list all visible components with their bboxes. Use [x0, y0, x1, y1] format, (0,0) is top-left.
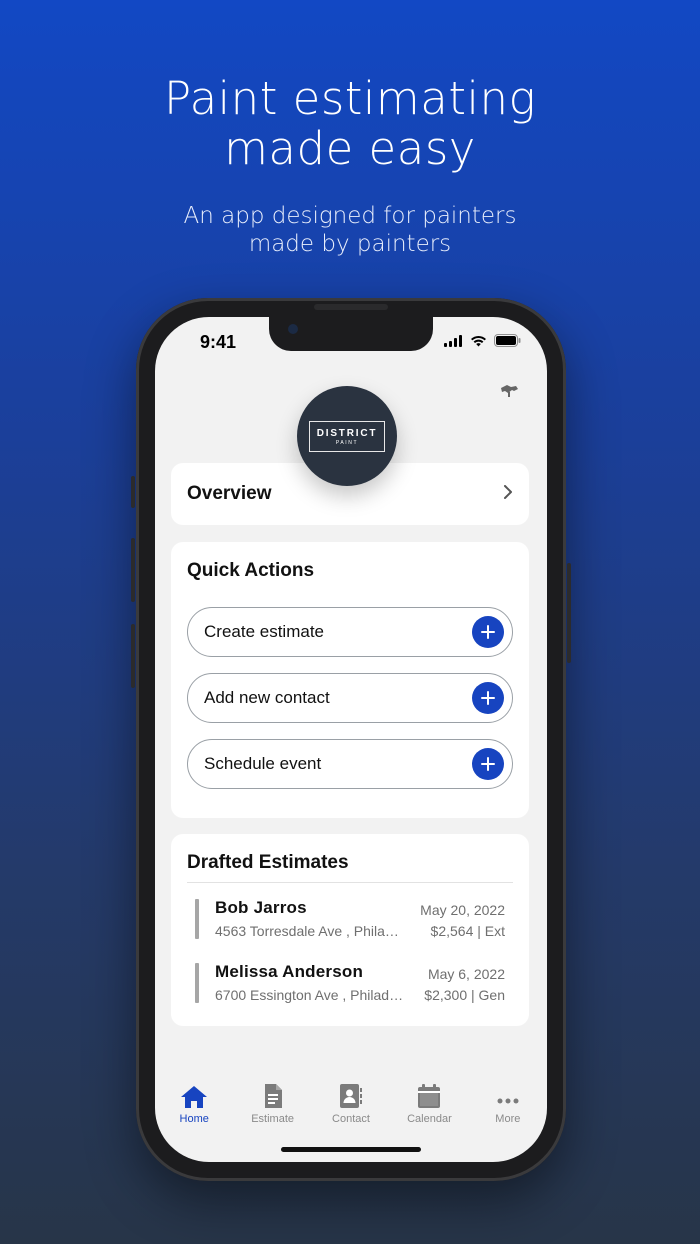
tab-home[interactable]: Home: [155, 1079, 233, 1135]
plus-icon[interactable]: [472, 616, 504, 648]
estimate-client-name: Melissa Anderson: [215, 962, 364, 981]
quick-actions-title: Quick Actions: [187, 560, 315, 581]
estimate-date: May 20, 2022: [420, 902, 505, 918]
earpiece-speaker: [314, 304, 388, 310]
paint-roller-icon[interactable]: [499, 382, 519, 403]
estimate-address: 4563 Torresdale Ave , Phila…: [215, 923, 399, 939]
create-estimate-label: Create estimate: [204, 622, 324, 641]
tab-calendar-label: Calendar: [407, 1113, 452, 1125]
phone-power-button: [567, 563, 571, 663]
estimate-address: 6700 Essington Ave , Philad…: [215, 987, 404, 1003]
tab-calendar[interactable]: Calendar: [390, 1079, 468, 1135]
phone-side-button: [131, 476, 135, 508]
status-icons: [444, 334, 521, 352]
estimate-client-name: Bob Jarros: [215, 898, 307, 917]
estimate-date: May 6, 2022: [427, 966, 505, 982]
plus-icon[interactable]: [472, 682, 504, 714]
overview-title: Overview: [187, 483, 272, 504]
schedule-event-button[interactable]: Schedule event: [187, 739, 513, 789]
logo-sub-text: PAINT: [335, 439, 359, 446]
logo-mark: DISTRICT PAINT: [308, 420, 386, 452]
phone-volume-up: [131, 538, 135, 602]
headline-line-2: made easy: [224, 122, 476, 175]
subheadline-line-1: An app designed for painters: [183, 203, 517, 229]
chevron-right-icon: [503, 484, 513, 504]
notch: [269, 317, 433, 351]
subheadline: An app designed for painters made by pai…: [0, 202, 700, 258]
plus-icon[interactable]: [472, 748, 504, 780]
create-estimate-button[interactable]: Create estimate: [187, 607, 513, 657]
contact-book-icon: [339, 1079, 363, 1109]
headline-line-1: Paint estimating: [163, 72, 537, 125]
tab-estimate-label: Estimate: [251, 1113, 294, 1125]
schedule-event-label: Schedule event: [204, 754, 322, 773]
estimate-amount: $2,300 | Gen: [424, 987, 505, 1003]
tab-more[interactable]: More: [469, 1079, 547, 1135]
estimate-status-bar: [195, 963, 199, 1003]
estimate-amount: $2,564 | Ext: [430, 923, 505, 939]
tab-estimate[interactable]: Estimate: [233, 1079, 311, 1135]
estimate-status-bar: [195, 899, 199, 939]
home-icon: [180, 1079, 208, 1109]
estimate-row[interactable]: Bob Jarros 4563 Torresdale Ave , Phila… …: [195, 898, 505, 940]
logo-main-text: DISTRICT: [316, 427, 378, 439]
drafted-estimates-card: Drafted Estimates Bob Jarros 4563 Torres…: [171, 834, 529, 1026]
estimate-row[interactable]: Melissa Anderson 6700 Essington Ave , Ph…: [195, 962, 505, 1004]
cellular-signal-icon: [444, 334, 463, 352]
battery-icon: [494, 334, 521, 352]
company-logo: DISTRICT PAINT: [297, 386, 397, 486]
phone-screen: 9:41 DISTRICT PAINT Overview Quick Actio…: [155, 317, 547, 1162]
drafted-estimates-title: Drafted Estimates: [187, 852, 513, 883]
tab-more-label: More: [495, 1113, 521, 1125]
front-camera: [288, 324, 298, 334]
tab-bar: Home Estimate Contact Calendar More: [155, 1079, 547, 1135]
calendar-icon: [417, 1079, 441, 1109]
add-new-contact-button[interactable]: Add new contact: [187, 673, 513, 723]
phone-frame: 9:41 DISTRICT PAINT Overview Quick Actio…: [131, 298, 571, 1181]
status-time: 9:41: [200, 332, 237, 352]
tab-home-label: Home: [179, 1113, 209, 1125]
more-dots-icon: [496, 1079, 520, 1109]
add-new-contact-label: Add new contact: [204, 688, 330, 707]
tab-contact[interactable]: Contact: [312, 1079, 390, 1135]
phone-volume-down: [131, 624, 135, 688]
home-indicator[interactable]: [281, 1147, 421, 1152]
tab-contact-label: Contact: [332, 1113, 370, 1125]
wifi-icon: [470, 334, 487, 352]
subheadline-line-2: made by painters: [248, 231, 452, 257]
quick-actions-card: Quick Actions Create estimate Add new co…: [171, 542, 529, 818]
document-icon: [263, 1079, 283, 1109]
headline: Paint estimating made easy: [0, 74, 700, 174]
